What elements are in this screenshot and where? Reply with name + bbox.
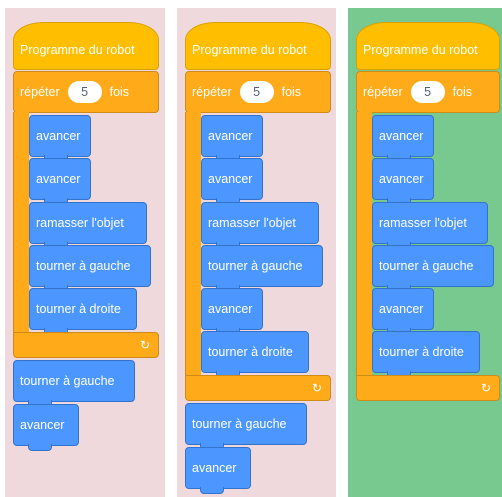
motion-block[interactable]: avancer [372, 158, 434, 205]
motion-block[interactable]: avancer [29, 115, 91, 162]
block-label: avancer [379, 129, 424, 143]
motion-block[interactable]: tourner à gauche [201, 245, 323, 292]
motion-block[interactable]: avancer [372, 115, 434, 162]
loop-arm [13, 112, 29, 337]
hat-label: Programme du robot [192, 43, 307, 57]
script-panel-3: Programme du robot répéter 5 fois avance… [348, 8, 502, 497]
block-label: avancer [379, 172, 424, 186]
block-label: tourner à gauche [379, 259, 474, 273]
repeat-end: ↻ [356, 375, 500, 401]
script-panel-2: Programme du robot répéter 5 fois avance… [177, 8, 336, 497]
motion-block[interactable]: avancer [29, 158, 91, 205]
motion-block[interactable]: tourner à gauche [29, 245, 151, 292]
hat-label: Programme du robot [363, 43, 478, 57]
block-label: tourner à gauche [208, 259, 303, 273]
hat-label: Programme du robot [20, 43, 135, 57]
motion-block[interactable]: tourner à gauche [372, 245, 494, 292]
block-label: ramasser l'objet [208, 216, 296, 230]
block-label: avancer [36, 129, 81, 143]
repeat-label: répéter [20, 85, 60, 99]
block-label: ramasser l'objet [379, 216, 467, 230]
motion-block[interactable]: avancer [13, 404, 79, 451]
motion-block[interactable]: avancer [201, 115, 263, 162]
motion-block[interactable]: tourner à gauche [185, 403, 307, 450]
motion-block[interactable]: avancer [201, 288, 263, 335]
block-label: avancer [20, 418, 65, 432]
motion-block[interactable]: ramasser l'objet [29, 202, 147, 249]
loop-arrow-icon: ↻ [139, 338, 150, 352]
repeat-label: répéter [192, 85, 232, 99]
loop-arm [185, 112, 201, 380]
block-label: tourner à gauche [192, 417, 287, 431]
repeat-count-input[interactable]: 5 [410, 81, 445, 103]
motion-block[interactable]: tourner à gauche [13, 360, 135, 407]
motion-block[interactable]: tourner à droite [29, 288, 137, 335]
repeat-count-input[interactable]: 5 [239, 81, 274, 103]
loop-arm [356, 112, 372, 380]
repeat-block[interactable]: répéter 5 fois [13, 71, 159, 113]
script-panel-1: Programme du robot répéter 5 fois avance… [5, 8, 165, 497]
repeat-suffix: fois [452, 85, 473, 99]
block-label: tourner à gauche [36, 259, 131, 273]
block-label: avancer [208, 302, 253, 316]
motion-block[interactable]: tourner à droite [372, 331, 480, 378]
block-label: tourner à gauche [20, 374, 115, 388]
block-label: tourner à droite [208, 345, 293, 359]
repeat-end: ↻ [185, 375, 331, 401]
block-label: ramasser l'objet [36, 216, 124, 230]
block-label: avancer [36, 172, 81, 186]
repeat-label: répéter [363, 85, 403, 99]
block-label: avancer [379, 302, 424, 316]
motion-block[interactable]: ramasser l'objet [372, 202, 488, 249]
repeat-suffix: fois [109, 85, 130, 99]
motion-block[interactable]: avancer [201, 158, 263, 205]
hat-block[interactable]: Programme du robot [13, 22, 159, 70]
repeat-block[interactable]: répéter 5 fois [185, 71, 331, 113]
block-label: tourner à droite [36, 302, 121, 316]
motion-block[interactable]: ramasser l'objet [201, 202, 319, 249]
block-label: avancer [208, 172, 253, 186]
block-label: tourner à droite [379, 345, 464, 359]
repeat-end: ↻ [13, 332, 159, 358]
motion-block[interactable]: avancer [372, 288, 434, 335]
hat-block[interactable]: Programme du robot [356, 22, 500, 70]
motion-block[interactable]: avancer [185, 447, 251, 494]
loop-arrow-icon: ↻ [311, 381, 322, 395]
loop-arrow-icon: ↻ [480, 381, 491, 395]
hat-block[interactable]: Programme du robot [185, 22, 331, 70]
block-label: avancer [208, 129, 253, 143]
repeat-block[interactable]: répéter 5 fois [356, 71, 500, 113]
block-label: avancer [192, 461, 237, 475]
repeat-count-input[interactable]: 5 [67, 81, 102, 103]
motion-block[interactable]: tourner à droite [201, 331, 309, 378]
repeat-suffix: fois [281, 85, 302, 99]
